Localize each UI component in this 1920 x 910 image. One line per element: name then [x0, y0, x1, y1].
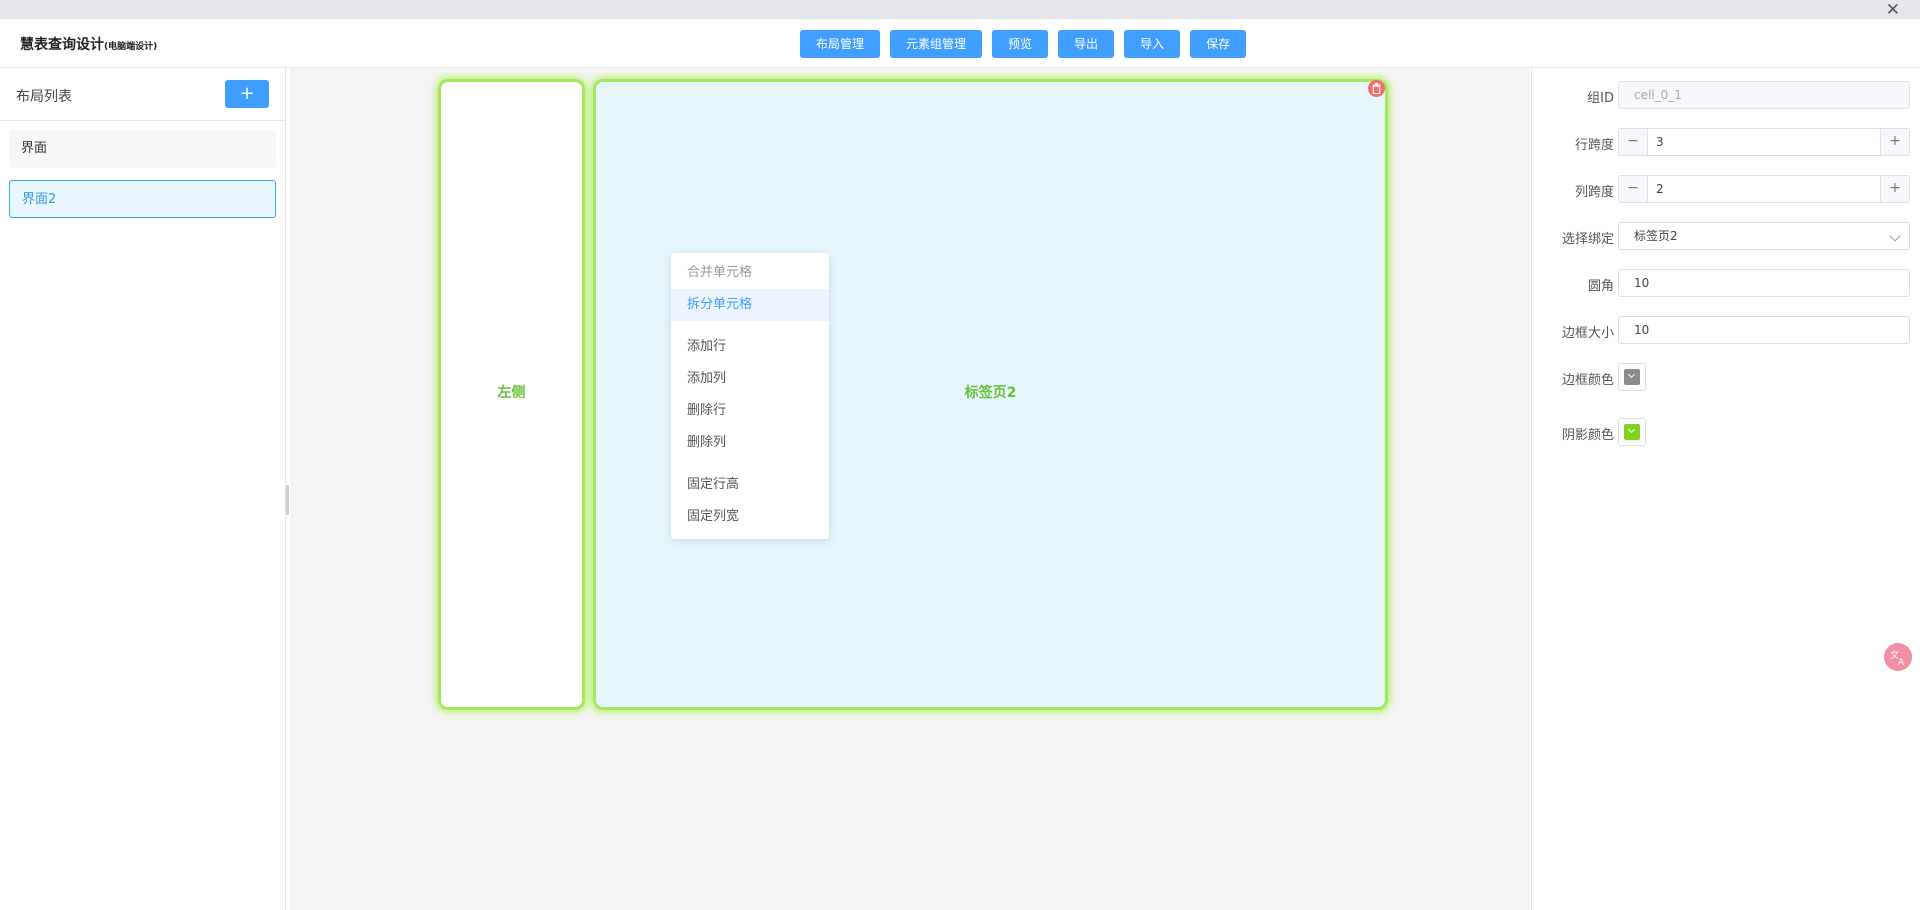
menu-item-delete-row[interactable]: 删除行 — [671, 395, 829, 427]
prop-radius: 圆角 10 — [1532, 267, 1920, 299]
menu-item-split-cells[interactable]: 拆分单元格 — [671, 289, 829, 321]
layout-manage-button[interactable]: 布局管理 — [800, 30, 881, 58]
prop-border-size: 边框大小 10 — [1532, 314, 1920, 346]
menu-item-delete-column[interactable]: 删除列 — [671, 427, 829, 459]
prop-label: 边框大小 — [1561, 326, 1614, 341]
prop-binding: 选择绑定 标签页2 — [1532, 220, 1920, 252]
prop-label: 圆角 — [1587, 279, 1614, 294]
menu-item-fix-row-height[interactable]: 固定行高 — [671, 469, 829, 501]
translate-icon[interactable]: 文 A — [1884, 643, 1912, 671]
increment-button[interactable]: + — [1880, 176, 1909, 202]
toolbar: 布局管理 元素组管理 预览 导出 导入 保存 — [800, 30, 1247, 58]
cell-label: 左侧 — [497, 385, 526, 401]
window-top-bar — [0, 0, 1920, 19]
row-span-value[interactable]: 3 — [1656, 129, 1664, 155]
app-subtitle: (电脑端设计) — [104, 42, 158, 52]
element-group-manage-button[interactable]: 元素组管理 — [890, 30, 983, 58]
prop-shadow-color: 阴影颜色 — [1532, 416, 1920, 448]
import-button[interactable]: 导入 — [1124, 30, 1181, 58]
col-span-value[interactable]: 2 — [1656, 176, 1664, 202]
layout-list-panel: 布局列表 + 界面 界面2 — [0, 68, 286, 910]
layout-list-header: 布局列表 + — [0, 68, 285, 121]
export-button[interactable]: 导出 — [1058, 30, 1115, 58]
menu-item-merge-cells[interactable]: 合并单元格 — [671, 257, 829, 289]
prop-label: 组ID — [1587, 91, 1614, 106]
layout-list-title: 布局列表 — [16, 89, 72, 105]
increment-button[interactable]: + — [1880, 129, 1909, 155]
radius-input[interactable]: 10 — [1618, 269, 1910, 297]
col-span-stepper[interactable]: − 2 + — [1618, 175, 1910, 203]
app-title-text: 慧表查询设计 — [20, 37, 104, 53]
prop-label: 行跨度 — [1574, 138, 1614, 153]
border-size-input[interactable]: 10 — [1618, 316, 1910, 344]
layout-item-2[interactable]: 界面2 — [9, 180, 276, 218]
prop-label: 选择绑定 — [1561, 232, 1614, 247]
prop-label: 阴影颜色 — [1561, 428, 1614, 443]
svg-text:A: A — [1898, 658, 1905, 666]
layout-item-1[interactable]: 界面 — [9, 130, 276, 168]
preview-button[interactable]: 预览 — [992, 30, 1049, 58]
properties-panel: 组ID cell_0_1 行跨度 − 3 + 列跨度 − 2 + 选择绑定 标签… — [1531, 68, 1920, 910]
add-layout-button[interactable]: + — [225, 80, 269, 108]
border-color-picker[interactable] — [1618, 363, 1646, 391]
shadow-color-picker[interactable] — [1618, 418, 1646, 446]
header: 慧表查询设计(电脑端设计) 布局管理 元素组管理 预览 导出 导入 保存 — [0, 19, 1920, 68]
binding-select[interactable]: 标签页2 — [1618, 222, 1910, 250]
menu-item-add-column[interactable]: 添加列 — [671, 363, 829, 395]
border-color-swatch — [1624, 369, 1640, 385]
shadow-color-swatch — [1624, 424, 1640, 440]
prop-group-id: 组ID cell_0_1 — [1532, 79, 1920, 111]
decrement-button[interactable]: − — [1619, 129, 1648, 155]
decrement-button[interactable]: − — [1619, 176, 1648, 202]
prop-label: 列跨度 — [1574, 185, 1614, 200]
context-menu: 合并单元格 拆分单元格 添加行 添加列 删除行 删除列 固定行高 固定列宽 — [671, 253, 829, 539]
prop-label: 边框颜色 — [1561, 373, 1614, 388]
prop-row-span: 行跨度 − 3 + — [1532, 126, 1920, 158]
prop-col-span: 列跨度 − 2 + — [1532, 173, 1920, 205]
app-title: 慧表查询设计(电脑端设计) — [20, 34, 157, 54]
close-icon[interactable]: ✕ — [1886, 1, 1900, 19]
menu-item-fix-column-width[interactable]: 固定列宽 — [671, 501, 829, 533]
menu-item-add-row[interactable]: 添加行 — [671, 331, 829, 363]
group-id-input: cell_0_1 — [1618, 81, 1910, 109]
grid-cell-left[interactable]: 左侧 — [438, 79, 585, 710]
binding-select-value: 标签页2 — [1634, 229, 1678, 243]
save-button[interactable]: 保存 — [1190, 30, 1247, 58]
left-splitter-handle[interactable] — [286, 485, 289, 515]
prop-border-color: 边框颜色 — [1532, 361, 1920, 393]
delete-icon[interactable] — [1368, 80, 1385, 97]
chevron-down-icon — [1889, 230, 1901, 242]
row-span-stepper[interactable]: − 3 + — [1618, 128, 1910, 156]
